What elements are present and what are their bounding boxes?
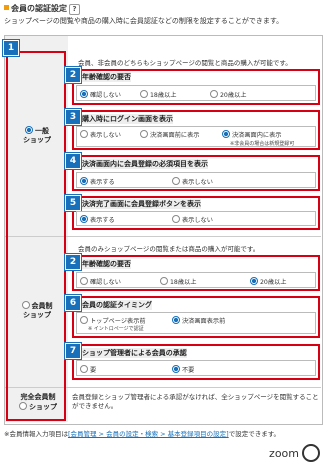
badge-5: 5 bbox=[65, 195, 81, 211]
radio-icon[interactable] bbox=[172, 316, 180, 324]
radio-icon[interactable] bbox=[172, 215, 180, 223]
option-18[interactable]: 18歳以上 bbox=[160, 277, 196, 286]
radio-icon[interactable] bbox=[80, 177, 88, 185]
radio-full-member[interactable] bbox=[19, 402, 27, 410]
radio-icon[interactable] bbox=[140, 90, 148, 98]
help-icon[interactable]: ? bbox=[69, 4, 80, 15]
option-before-payment[interactable]: 決済画面前に表示 bbox=[140, 130, 200, 139]
option-before-payment[interactable]: 決済画面表示前 bbox=[172, 316, 225, 325]
options-box bbox=[76, 360, 316, 376]
shop-type-full-member[interactable]: 完全会員制 ショップ bbox=[10, 393, 66, 412]
radio-icon[interactable] bbox=[80, 365, 88, 373]
radio-icon[interactable] bbox=[80, 215, 88, 223]
shop-type-member[interactable]: 会員制 ショップ bbox=[10, 301, 64, 320]
setting-title: 年齢確認の要否 bbox=[82, 72, 131, 82]
badge-2: 2 bbox=[65, 67, 81, 83]
setting-title: 決済画面内に会員登録の必須項目を表示 bbox=[82, 159, 208, 169]
zoom-button[interactable]: zoom bbox=[269, 444, 320, 462]
option-show[interactable]: 表示する bbox=[80, 177, 115, 186]
option-20[interactable]: 20歳以上 bbox=[210, 90, 246, 99]
bullet-icon bbox=[4, 5, 9, 10]
option-before-top[interactable]: トップページ表示前 bbox=[80, 316, 146, 325]
section-description: ショップページの閲覧や商品の購入時に会員認証などの制限を設定することができます。 bbox=[4, 17, 284, 25]
option-18[interactable]: 18歳以上 bbox=[140, 90, 176, 99]
radio-icon[interactable] bbox=[172, 177, 180, 185]
row-intro: 会員のみショップページの閲覧または商品の購入が可能です。 bbox=[78, 245, 260, 253]
badge-1: 1 bbox=[3, 40, 19, 56]
option-in-payment[interactable]: 決済画面内に表示 bbox=[222, 130, 282, 139]
radio-icon[interactable] bbox=[80, 316, 88, 324]
row-intro: 会員登録とショップ管理者による承認がなければ、全ショップページを閲覧することがで… bbox=[72, 393, 319, 410]
setting-title: 購入時にログイン画面を表示 bbox=[82, 114, 173, 124]
option-no-check[interactable]: 確認しない bbox=[80, 90, 121, 99]
radio-icon[interactable] bbox=[172, 365, 180, 373]
radio-icon[interactable] bbox=[80, 130, 88, 138]
radio-general[interactable] bbox=[25, 126, 33, 134]
option-hide[interactable]: 表示しない bbox=[172, 215, 213, 224]
radio-icon[interactable] bbox=[250, 277, 258, 285]
row-intro: 会員、非会員のどちらもショップページの閲覧と商品の購入が可能です。 bbox=[78, 59, 292, 67]
setting-title: 会員の認証タイミング bbox=[82, 300, 152, 310]
shop-type-highlight bbox=[6, 51, 66, 421]
badge-6: 6 bbox=[65, 295, 81, 311]
radio-member[interactable] bbox=[21, 301, 30, 309]
option-note: ※ イントロページで認証 bbox=[88, 326, 144, 332]
option-note: ※非会員の場合は新規登録可 bbox=[230, 141, 295, 147]
option-hide[interactable]: 表示しない bbox=[172, 177, 213, 186]
option-not-required[interactable]: 不要 bbox=[172, 365, 194, 374]
radio-icon[interactable] bbox=[210, 90, 218, 98]
option-show[interactable]: 表示する bbox=[80, 215, 115, 224]
badge-4: 4 bbox=[65, 153, 81, 169]
shop-type-general[interactable]: 一般 ショップ bbox=[10, 126, 64, 145]
badge-2: 2 bbox=[65, 254, 81, 270]
radio-icon[interactable] bbox=[140, 130, 148, 138]
badge-3: 3 bbox=[65, 109, 81, 125]
radio-icon[interactable] bbox=[80, 277, 88, 285]
badge-7: 7 bbox=[65, 343, 81, 359]
option-no-check[interactable]: 確認しない bbox=[80, 277, 121, 286]
option-hide[interactable]: 表示しない bbox=[80, 130, 121, 139]
magnifier-icon bbox=[302, 444, 320, 462]
setting-title: 決済完了画面に会員登録ボタンを表示 bbox=[82, 199, 201, 209]
option-required[interactable]: 要 bbox=[80, 365, 96, 374]
setting-title: ショップ管理者による会員の承認 bbox=[82, 348, 187, 358]
radio-icon[interactable] bbox=[80, 90, 88, 98]
section-title: 会員の認証設定? bbox=[4, 3, 164, 15]
radio-icon[interactable] bbox=[222, 130, 230, 138]
member-settings-link[interactable]: [会員管理 > 会員の設定・検索 > 基本登録項目の設定] bbox=[68, 430, 229, 438]
footer-note: ※会員情報入力項目は[会員管理 > 会員の設定・検索 > 基本登録項目の設定]で… bbox=[4, 430, 281, 438]
setting-title: 年齢確認の要否 bbox=[82, 259, 131, 269]
radio-icon[interactable] bbox=[160, 277, 168, 285]
option-20[interactable]: 20歳以上 bbox=[250, 277, 286, 286]
